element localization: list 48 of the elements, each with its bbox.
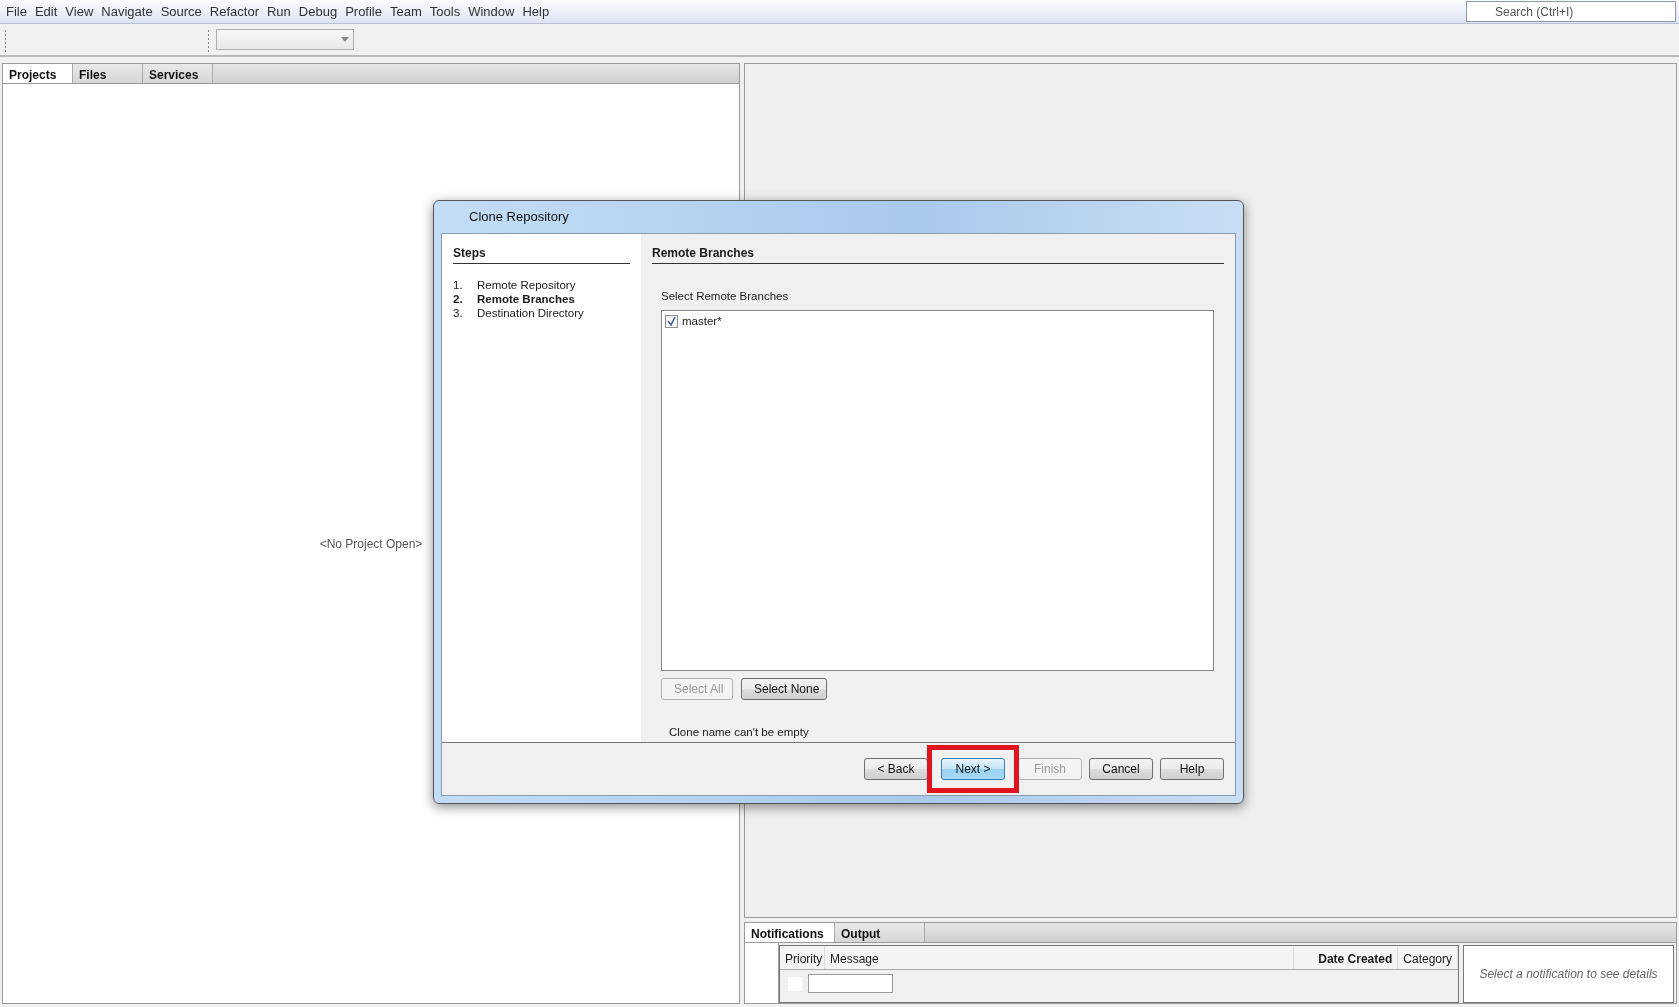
column-header[interactable]: Message — [825, 946, 1294, 969]
column-header[interactable]: Category — [1398, 946, 1458, 969]
error-message: Clone name can't be empty — [669, 725, 810, 741]
toolbar-grip-icon — [4, 27, 7, 52]
list-button[interactable]: Select None — [741, 678, 827, 701]
search-field[interactable]: Search (Ctrl+I) — [1466, 1, 1676, 22]
menu-item[interactable]: Help — [518, 1, 554, 22]
panel-tab[interactable]: Notifications — [745, 923, 835, 942]
menu-item[interactable]: Profile — [341, 1, 386, 22]
menu-item[interactable]: File — [2, 1, 31, 22]
menu-item[interactable]: Team — [386, 1, 426, 22]
wizard-button[interactable]: Cancel — [1089, 758, 1153, 780]
menu-item[interactable]: Run — [262, 1, 295, 22]
menu-item[interactable]: Navigate — [97, 1, 157, 22]
panel-tab[interactable]: Files — [73, 64, 143, 83]
panel-tab[interactable]: Projects — [3, 64, 73, 83]
details-placeholder-text: Select a notification to see details — [1479, 966, 1658, 983]
step-number: 3. — [453, 306, 464, 320]
menu-item[interactable]: Source — [156, 1, 206, 22]
step-number: 2. — [453, 292, 464, 306]
panel-tab[interactable]: Services — [143, 64, 213, 83]
filter-field[interactable] — [808, 974, 893, 993]
step-label: Destination Directory — [477, 306, 584, 320]
dialog-title: Clone Repository — [468, 208, 570, 227]
menu-item[interactable]: Refactor — [205, 1, 263, 22]
checkbox[interactable] — [665, 315, 678, 329]
wizard-button[interactable]: Help — [1160, 758, 1224, 780]
wizard-button[interactable]: Next > — [941, 758, 1005, 780]
panel-tab[interactable]: Output — [835, 923, 925, 942]
menu-item[interactable]: View — [61, 1, 98, 22]
branch-label: master* — [682, 314, 722, 330]
step-number: 1. — [453, 278, 464, 292]
empty-project-text: <No Project Open> — [319, 535, 423, 553]
column-header[interactable]: Priority — [780, 946, 825, 969]
menu-item[interactable]: Edit — [30, 1, 62, 22]
steps-heading: Steps — [453, 244, 630, 264]
dropdown-field[interactable] — [216, 29, 354, 50]
dropdown-caret-icon — [341, 37, 349, 42]
column-header[interactable]: Date Created — [1293, 946, 1399, 969]
panel-title: Remote Branches — [652, 244, 1224, 264]
menu-item[interactable]: Tools — [425, 1, 465, 22]
toolbar-grip-icon — [207, 27, 210, 52]
menu-item[interactable]: Debug — [294, 1, 342, 22]
step-label: Remote Repository — [477, 278, 576, 292]
step-label: Remote Branches — [477, 292, 575, 306]
menu-item[interactable]: Window — [464, 1, 519, 22]
wizard-button[interactable]: < Back — [864, 758, 928, 780]
list-label: Select Remote Branches — [661, 289, 790, 304]
